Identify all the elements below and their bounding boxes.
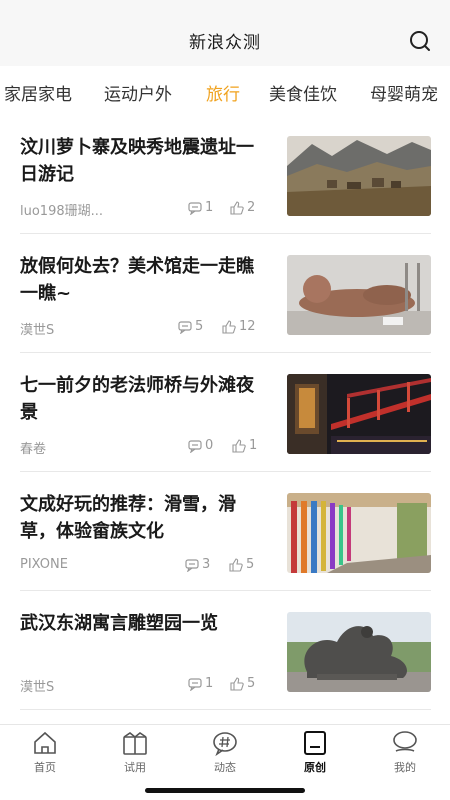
comment-count[interactable]: 5: [178, 319, 203, 334]
category-tab-baby-pets[interactable]: 母婴萌宠: [370, 80, 438, 105]
comment-count[interactable]: 1: [188, 200, 213, 215]
article-thumbnail[interactable]: [287, 255, 431, 335]
article-thumbnail[interactable]: [287, 493, 431, 573]
profile-icon: [393, 731, 417, 752]
article-card[interactable]: 汶川萝卜寨及映秀地震遗址一日游记 luo198珊瑚... 1 2: [20, 116, 431, 234]
home-icon: [34, 731, 56, 754]
dragon-sculpture-image: [287, 612, 431, 692]
article-author: 春卷: [20, 442, 47, 457]
thumbs-up-icon: [230, 200, 244, 215]
home-indicator: [145, 788, 305, 793]
like-count[interactable]: 2: [230, 200, 255, 215]
thumbs-up-icon: [230, 676, 244, 691]
comment-count-value: 1: [205, 676, 214, 691]
article-author: luo198珊瑚...: [20, 204, 104, 219]
ribbon-corridor-image: [287, 493, 431, 573]
like-count-value: 5: [246, 557, 255, 572]
search-icon: [410, 31, 430, 51]
article-thumbnail[interactable]: [287, 136, 431, 216]
thumbs-up-icon: [222, 319, 236, 334]
like-count[interactable]: 12: [222, 319, 256, 334]
article-title[interactable]: 文成好玩的推荐：滑雪，滑草，体验畲族文化: [20, 491, 260, 545]
tab-original[interactable]: 原创: [270, 729, 360, 775]
tab-profile[interactable]: 我的: [360, 729, 450, 775]
article-thumbnail[interactable]: [287, 374, 431, 454]
night-bridge-image: [287, 374, 431, 454]
page-title: 新浪众测: [189, 33, 261, 53]
comment-icon: [188, 439, 202, 453]
article-card[interactable]: 文成好玩的推荐：滑雪，滑草，体验畲族文化 PIXONE 3 5: [20, 473, 431, 591]
comment-icon: [188, 677, 202, 691]
thumbs-up-icon: [229, 557, 243, 572]
like-count-value: 2: [247, 200, 256, 215]
like-count[interactable]: 5: [230, 676, 255, 691]
tab-label: 动态: [214, 761, 236, 774]
thumbs-up-icon: [232, 438, 246, 453]
like-count[interactable]: 1: [232, 438, 257, 453]
comment-count[interactable]: 0: [188, 438, 213, 453]
tab-label: 我的: [394, 761, 416, 774]
top-header: 新浪众测: [0, 0, 450, 66]
article-author: 漠世S: [20, 680, 55, 695]
article-title[interactable]: 七一前夕的老法师桥与外滩夜景: [20, 372, 260, 426]
category-tab-sports[interactable]: 运动户外: [104, 80, 172, 105]
tab-feed[interactable]: 动态: [180, 729, 270, 775]
category-tab-food[interactable]: 美食佳饮: [269, 80, 337, 105]
article-meta: 漠世S 5 12: [20, 319, 260, 338]
comment-icon: [185, 558, 199, 572]
comment-icon: [188, 201, 202, 215]
tab-label: 试用: [124, 761, 146, 774]
search-button[interactable]: [408, 29, 432, 53]
article-card[interactable]: 七一前夕的老法师桥与外滩夜景 春卷 0 1: [20, 354, 431, 472]
tab-label: 首页: [34, 761, 56, 774]
article-title[interactable]: 放假何处去？美术馆走一走瞧一瞧~: [20, 253, 260, 307]
article-card[interactable]: 放假何处去？美术馆走一走瞧一瞧~ 漠世S 5 12: [20, 235, 431, 353]
comment-count-value: 5: [195, 319, 204, 334]
sculpture-image: [287, 255, 431, 335]
tab-home[interactable]: 首页: [0, 729, 90, 775]
article-meta: PIXONE 3 5: [20, 557, 260, 575]
tab-trial[interactable]: 试用: [90, 729, 180, 775]
article-title[interactable]: 汶川萝卜寨及映秀地震遗址一日游记: [20, 134, 260, 188]
article-title[interactable]: 武汉东湖寓言雕塑园一览: [20, 610, 260, 637]
article-meta: luo198珊瑚... 1 2: [20, 200, 260, 219]
article-author: 漠世S: [20, 323, 55, 338]
mountain-village-image: [287, 136, 431, 216]
category-bar: 家居家电 运动户外 旅行 美食佳饮 母婴萌宠: [0, 66, 450, 116]
article-author: PIXONE: [20, 557, 68, 572]
article-meta: 漠世S 1 5: [20, 676, 260, 695]
category-tab-travel[interactable]: 旅行: [206, 80, 240, 105]
like-count[interactable]: 5: [229, 557, 254, 572]
comment-count-value: 1: [205, 200, 214, 215]
like-count-value: 1: [249, 438, 258, 453]
article-card[interactable]: 武汉东湖寓言雕塑园一览 漠世S 1 5: [20, 592, 431, 710]
comment-icon: [178, 320, 192, 334]
tab-label: 原创: [304, 761, 326, 774]
like-count-value: 5: [247, 676, 256, 691]
article-thumbnail[interactable]: [287, 612, 431, 692]
chat-hash-icon: [213, 732, 237, 757]
category-tab-home[interactable]: 家居家电: [4, 80, 72, 105]
comment-count-value: 3: [202, 557, 211, 572]
article-meta: 春卷 0 1: [20, 438, 260, 457]
comment-count[interactable]: 3: [185, 557, 210, 572]
document-icon: [304, 731, 326, 755]
like-count-value: 12: [239, 319, 256, 334]
comment-count-value: 0: [205, 438, 214, 453]
gift-icon: [123, 732, 147, 755]
comment-count[interactable]: 1: [188, 676, 213, 691]
